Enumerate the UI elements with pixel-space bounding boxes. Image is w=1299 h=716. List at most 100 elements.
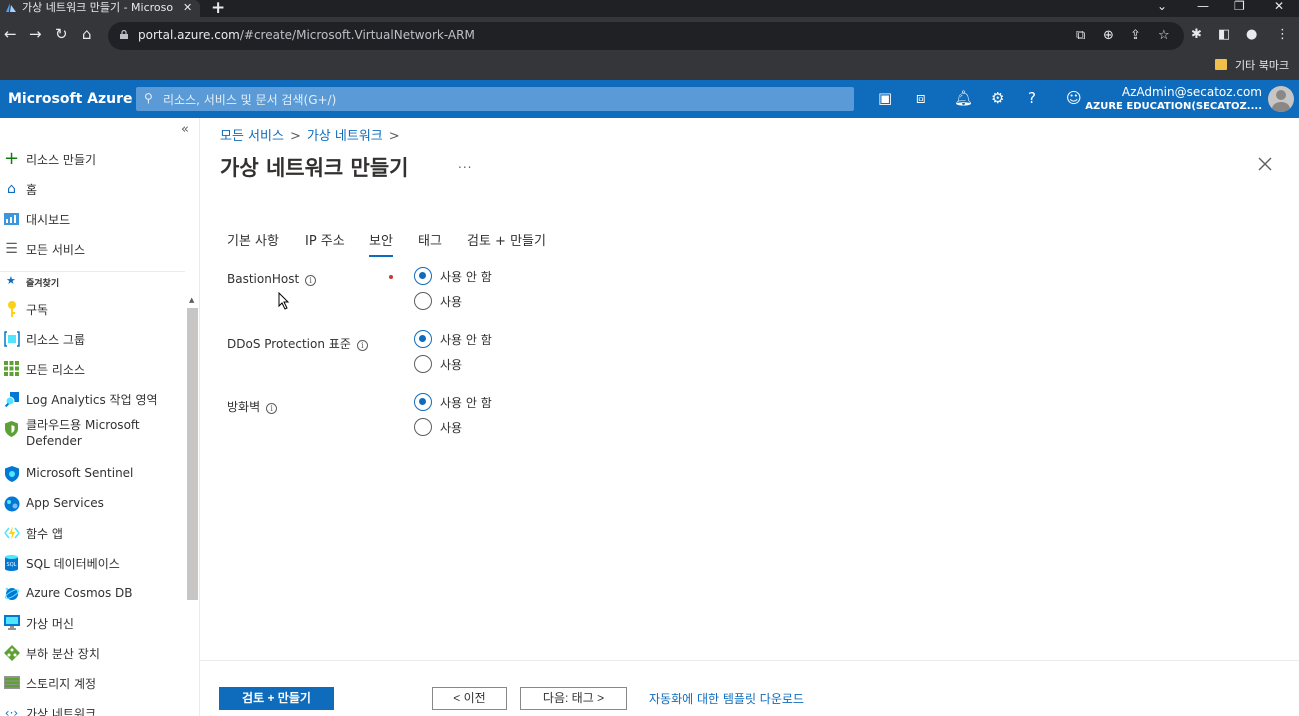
list-icon: ☰ (5, 240, 18, 257)
firewall-disable-radio[interactable] (414, 393, 432, 411)
storage-icon (3, 674, 20, 691)
review-create-button[interactable]: 검토 + 만들기 (219, 687, 334, 710)
gear-icon[interactable]: ⚙ (991, 89, 1004, 107)
download-template-link[interactable]: 자동화에 대한 템플릿 다운로드 (649, 690, 804, 707)
home-icon[interactable]: ⌂ (82, 25, 92, 43)
window-close-icon[interactable]: ✕ (1274, 0, 1284, 13)
zoom-icon[interactable]: ⊕ (1103, 28, 1114, 43)
wizard-footer (200, 660, 1299, 716)
bookmark-folder[interactable]: 기타 북마크 (1235, 57, 1289, 73)
reload-icon[interactable]: ↻ (55, 25, 68, 43)
sidebar-item-sql-database[interactable]: SQL SQL 데이터베이스 (0, 549, 185, 577)
ddos-enable-radio[interactable] (414, 355, 432, 373)
ddos-disable-radio[interactable] (414, 330, 432, 348)
tab-ip-addresses[interactable]: IP 주소 (305, 230, 345, 255)
search-icon: ⚲ (144, 91, 153, 105)
tab-review-create[interactable]: 검토 + 만들기 (467, 230, 546, 255)
account-tenant[interactable]: AZURE EDUCATION(SECATOZ.... (1085, 101, 1262, 112)
mouse-cursor-icon (278, 292, 290, 310)
lock-icon (120, 30, 128, 39)
dashboard-icon (3, 210, 20, 227)
breadcrumb-virtual-network[interactable]: 가상 네트워크 (307, 129, 383, 144)
sidebar-item-label: 함수 앱 (26, 527, 63, 541)
scrollbar-thumb[interactable] (187, 308, 198, 600)
tab-tags[interactable]: 태그 (418, 230, 442, 255)
breadcrumb-all-services[interactable]: 모든 서비스 (220, 129, 284, 144)
field-label-text: DDoS Protection 표준 (227, 337, 351, 351)
share-icon[interactable]: ⇪ (1130, 28, 1141, 43)
collapse-sidebar-icon[interactable]: « (181, 122, 189, 137)
sidebar-item-log-analytics[interactable]: Log Analytics 작업 영역 (0, 385, 185, 413)
sidebar-item-home[interactable]: ⌂ 홈 (0, 175, 185, 203)
open-in-app-icon[interactable]: ⧉ (1076, 28, 1085, 43)
sidebar-item-virtual-network[interactable]: ‹·› 가상 네트워크 (0, 699, 185, 716)
menu-icon[interactable]: ⋮ (1276, 27, 1289, 42)
firewall-enable-radio[interactable] (414, 418, 432, 436)
sidebar-item-label: Azure Cosmos DB (26, 586, 133, 600)
close-icon[interactable] (1257, 155, 1273, 173)
avatar[interactable] (1268, 86, 1294, 112)
sidebar-item-defender[interactable]: 클라우드용 Microsoft Defender (0, 415, 185, 453)
bastionhost-label: BastionHost i (227, 272, 317, 286)
previous-button[interactable]: < 이전 (432, 687, 507, 710)
search-placeholder: 리소스, 서비스 및 문서 검색(G+/) (163, 93, 337, 107)
sidebar-item-resource-groups[interactable]: 리소스 그룹 (0, 325, 185, 353)
sidebar-item-storage-accounts[interactable]: 스토리지 계정 (0, 669, 185, 697)
sidebar-item-virtual-machines[interactable]: 가상 머신 (0, 609, 185, 637)
sidebar-item-label: 가상 머신 (26, 617, 74, 631)
sidebar-item-load-balancer[interactable]: 부하 분산 장치 (0, 639, 185, 667)
extensions-icon[interactable]: ✱ (1191, 27, 1202, 42)
forward-icon[interactable]: → (29, 25, 42, 43)
new-tab-button[interactable]: + (211, 0, 225, 18)
sidebar-scrollbar[interactable]: ▲ (187, 296, 198, 716)
sidebar-item-all-resources[interactable]: 모든 리소스 (0, 355, 185, 383)
sidebar-item-label: Microsoft Sentinel (26, 466, 134, 480)
info-icon[interactable]: i (356, 340, 368, 351)
info-icon[interactable]: i (305, 275, 317, 286)
browser-tab-strip: 가상 네트워크 만들기 - Microso ✕ + ⌄ — ❐ ✕ (0, 0, 1299, 18)
azure-top-bar: Microsoft Azure ⚲ 리소스, 서비스 및 문서 검색(G+/) … (0, 80, 1299, 118)
help-icon[interactable]: ? (1028, 89, 1036, 107)
sidebar-item-sentinel[interactable]: Microsoft Sentinel (0, 460, 185, 488)
back-icon[interactable]: ← (4, 25, 17, 43)
bastionhost-disable-radio[interactable] (414, 267, 432, 285)
minimize-icon[interactable]: — (1197, 0, 1209, 13)
tab-basics[interactable]: 기본 사항 (227, 230, 279, 255)
directory-filter-icon[interactable]: ⧈ (916, 89, 926, 107)
lightning-icon (3, 524, 20, 541)
tab-security[interactable]: 보안 (369, 230, 393, 257)
bell-icon[interactable]: 🔔︎ (954, 89, 973, 107)
tab-search-icon[interactable]: ⌄ (1157, 0, 1167, 13)
radio-label: 사용 안 함 (440, 270, 492, 284)
account-name[interactable]: AzAdmin@secatoz.com (1122, 85, 1262, 99)
next-tags-button[interactable]: 다음: 태그 > (520, 687, 627, 710)
breadcrumb: 모든 서비스 > 가상 네트워크 > (220, 125, 406, 144)
sidepanel-icon[interactable]: ◧ (1218, 27, 1230, 42)
feedback-icon[interactable]: ☺ (1066, 89, 1082, 107)
sidebar-item-app-services[interactable]: App Services (0, 490, 185, 518)
sidebar-item-all-services[interactable]: ☰ 모든 서비스 (0, 235, 185, 263)
restore-icon[interactable]: ❐ (1234, 0, 1245, 13)
cloud-shell-icon[interactable]: ▣ (878, 89, 892, 107)
tab-close-icon[interactable]: ✕ (183, 0, 192, 16)
cosmos-icon (3, 585, 20, 602)
sidebar-item-create-resource[interactable]: + 리소스 만들기 (0, 145, 185, 173)
browser-tab[interactable]: 가상 네트워크 만들기 - Microso (0, 0, 200, 17)
global-search-input[interactable]: ⚲ 리소스, 서비스 및 문서 검색(G+/) (136, 87, 854, 111)
sidebar-item-cosmos-db[interactable]: Azure Cosmos DB (0, 580, 185, 608)
sidebar-item-label: 리소스 그룹 (26, 333, 86, 347)
profile-icon[interactable]: ● (1246, 27, 1257, 42)
info-icon[interactable]: i (266, 403, 278, 414)
sidebar-item-subscriptions[interactable]: 구독 (0, 295, 185, 323)
url-bar[interactable]: portal.azure.com/#create/Microsoft.Virtu… (108, 22, 1184, 50)
sidebar-item-dashboard[interactable]: 대시보드 (0, 205, 185, 233)
bastionhost-enable-radio[interactable] (414, 292, 432, 310)
star-icon[interactable]: ☆ (1158, 28, 1170, 43)
brand-logo[interactable]: Microsoft Azure (8, 91, 133, 107)
sidebar-item-function-app[interactable]: 함수 앱 (0, 519, 185, 547)
scroll-up-icon[interactable]: ▲ (189, 296, 194, 304)
radio-label: 사용 안 함 (440, 333, 492, 347)
diamond-icon (3, 644, 20, 661)
more-options-icon[interactable]: ... (458, 157, 472, 171)
url-text: portal.azure.com/#create/Microsoft.Virtu… (138, 28, 475, 42)
